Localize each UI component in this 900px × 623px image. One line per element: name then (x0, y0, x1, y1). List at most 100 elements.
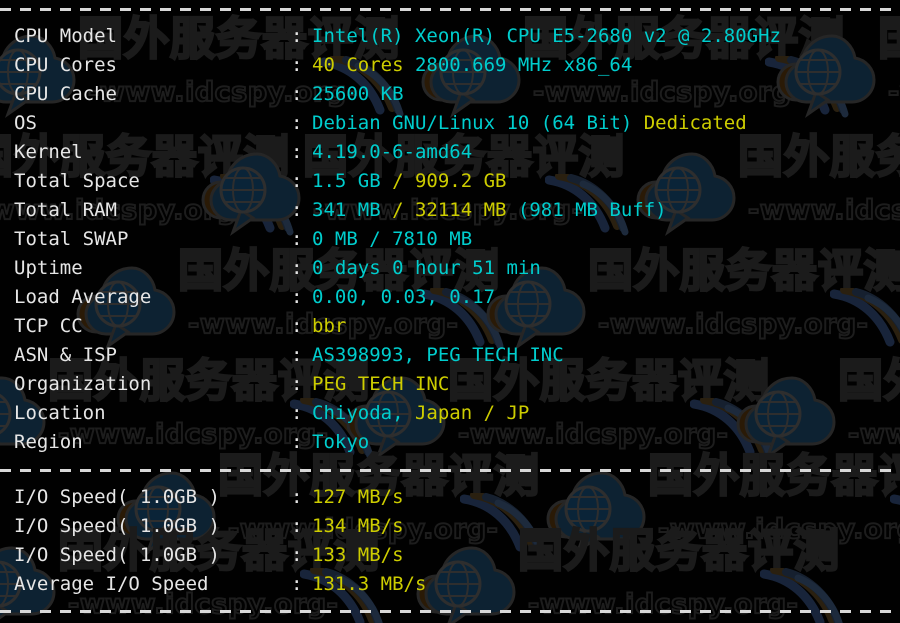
row-value: 0 days 0 hour 51 min (312, 254, 541, 283)
row-value: Tokyo (312, 428, 369, 457)
info-row: TCP CC: bbr (0, 312, 900, 341)
value-segment: bbr (312, 315, 346, 337)
row-value: 133 MB/s (312, 541, 404, 570)
value-segment: / 909.2 GB (392, 170, 506, 192)
row-label: Organization (14, 370, 151, 399)
row-label: OS (14, 109, 37, 138)
row-label: I/O Speed( 1.0GB ) (14, 541, 220, 570)
info-row: I/O Speed( 1.0GB ):133 MB/s (0, 541, 900, 570)
row-value: Debian GNU/Linux 10 (64 Bit) Dedicated (312, 109, 747, 138)
row-value: 40 Cores 2800.669 MHz x86_64 (312, 51, 632, 80)
value-segment: PEG TECH INC (312, 373, 449, 395)
row-value: Intel(R) Xeon(R) CPU E5-2680 v2 @ 2.80GH… (312, 22, 781, 51)
terminal-output: CPU Model: Intel(R) Xeon(R) CPU E5-2680 v… (0, 0, 900, 623)
row-value: PEG TECH INC (312, 370, 449, 399)
row-value: 131.3 MB/s (312, 570, 426, 599)
value-segment: 40 Cores (312, 54, 404, 76)
value-segment: 131.3 MB/s (312, 573, 426, 595)
row-label: I/O Speed( 1.0GB ) (14, 512, 220, 541)
row-label: TCP CC (14, 312, 83, 341)
info-row: I/O Speed( 1.0GB ):134 MB/s (0, 512, 900, 541)
value-segment: 127 MB/s (312, 486, 404, 508)
row-label: CPU Cache (14, 80, 117, 109)
value-segment: 0.00, 0.03, 0.17 (312, 286, 495, 308)
info-row: CPU Model: Intel(R) Xeon(R) CPU E5-2680 v… (0, 22, 900, 51)
row-colon: : (291, 254, 302, 283)
row-label: Load Average (14, 283, 151, 312)
row-colon: : (291, 428, 302, 457)
row-colon: : (291, 80, 302, 109)
info-row: CPU Cache:25600 KB (0, 80, 900, 109)
row-value: 1.5 GB / 909.2 GB (312, 167, 506, 196)
row-label: Region (14, 428, 83, 457)
value-segment: 2800.669 MHz x86_64 (404, 54, 633, 76)
row-value: 0 MB / 7810 MB (312, 225, 472, 254)
row-value: 4.19.0-6-amd64 (312, 138, 472, 167)
info-row: ASN & ISP: AS398993, PEG TECH INC (0, 341, 900, 370)
row-colon: : (291, 196, 302, 225)
value-segment: (981 MB Buff) (506, 199, 666, 221)
row-colon: : (291, 312, 302, 341)
info-row: Kernel:4.19.0-6-amd64 (0, 138, 900, 167)
row-label: Kernel (14, 138, 83, 167)
row-value: 134 MB/s (312, 512, 404, 541)
terminal-screen: 国外服务器评测-www.idcspy.org-国外服务器评测-www.idcsp… (0, 0, 900, 623)
row-colon: : (291, 51, 302, 80)
row-colon: : (291, 138, 302, 167)
row-colon: : (291, 399, 302, 428)
value-segment: Japan / JP (415, 402, 529, 424)
value-segment: Intel(R) Xeon(R) CPU E5-2680 v2 @ 2.80GH… (312, 25, 781, 47)
value-segment: 341 MB (312, 199, 392, 221)
info-row: Total Space:1.5 GB / 909.2 GB (0, 167, 900, 196)
row-value: 0.00, 0.03, 0.17 (312, 283, 495, 312)
row-value: bbr (312, 312, 346, 341)
row-value: AS398993, PEG TECH INC (312, 341, 564, 370)
info-row: Average I/O Speed:131.3 MB/s (0, 570, 900, 599)
row-label: Uptime (14, 254, 83, 283)
row-colon: : (291, 512, 302, 541)
row-value: 341 MB / 32114 MB (981 MB Buff) (312, 196, 667, 225)
row-label: ASN & ISP (14, 341, 117, 370)
row-colon: : (291, 167, 302, 196)
row-colon: : (291, 22, 302, 51)
info-row: Location: Chiyoda, Japan / JP (0, 399, 900, 428)
separator-top (0, 8, 900, 11)
row-colon: : (291, 483, 302, 512)
value-segment: 4.19.0-6-amd64 (312, 141, 472, 163)
row-colon: : (291, 541, 302, 570)
value-segment: AS398993, PEG TECH INC (312, 344, 564, 366)
info-row: OS: Debian GNU/Linux 10 (64 Bit) Dedicate… (0, 109, 900, 138)
value-segment: Tokyo (312, 431, 369, 453)
row-label: Total SWAP (14, 225, 128, 254)
value-segment: 133 MB/s (312, 544, 404, 566)
row-colon: : (291, 341, 302, 370)
row-colon: : (291, 225, 302, 254)
row-label: Location (14, 399, 106, 428)
value-segment: 0 MB / 7810 MB (312, 228, 472, 250)
row-colon: : (291, 109, 302, 138)
value-segment: Debian GNU/Linux 10 (64 Bit) (312, 112, 632, 134)
info-row: Total RAM:341 MB / 32114 MB (981 MB Buff… (0, 196, 900, 225)
separator-middle (0, 469, 900, 472)
info-row: Total SWAP:0 MB / 7810 MB (0, 225, 900, 254)
row-colon: : (291, 370, 302, 399)
row-label: CPU Model (14, 22, 117, 51)
row-label: Average I/O Speed (14, 570, 208, 599)
row-label: I/O Speed( 1.0GB ) (14, 483, 220, 512)
value-segment: 25600 KB (312, 83, 404, 105)
info-row: Organization: PEG TECH INC (0, 370, 900, 399)
row-value: Chiyoda, Japan / JP (312, 399, 529, 428)
row-label: CPU Cores (14, 51, 117, 80)
info-row: Uptime:0 days 0 hour 51 min (0, 254, 900, 283)
info-row: I/O Speed( 1.0GB ):127 MB/s (0, 483, 900, 512)
value-segment: Dedicated (632, 112, 746, 134)
row-colon: : (291, 570, 302, 599)
info-row: Region: Tokyo (0, 428, 900, 457)
separator-bottom (0, 610, 900, 613)
row-value: 127 MB/s (312, 483, 404, 512)
row-label: Total Space (14, 167, 140, 196)
info-row: CPU Cores:40 Cores 2800.669 MHz x86_64 (0, 51, 900, 80)
value-segment: Chiyoda, (312, 402, 415, 424)
value-segment: / 32114 MB (392, 199, 506, 221)
row-colon: : (291, 283, 302, 312)
